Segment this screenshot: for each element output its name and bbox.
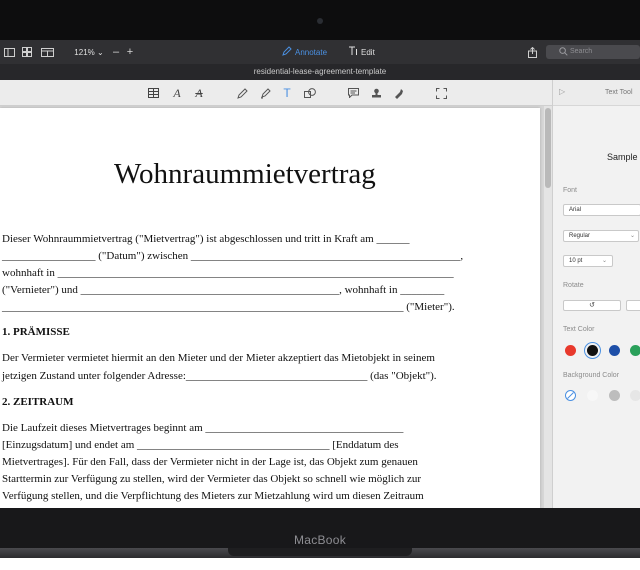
- annotate-mode-button[interactable]: Annotate: [282, 45, 327, 59]
- font-style-value: Regular: [569, 233, 591, 239]
- edit-mode-button[interactable]: Edit: [348, 45, 375, 59]
- text-A-italic-icon[interactable]: A: [192, 86, 206, 100]
- main-toolbar: 121% ⌄ – + Annotate Edit Search: [0, 40, 640, 64]
- section-heading[interactable]: 1. PRÄMISSE: [2, 326, 70, 338]
- text-color-red-swatch[interactable]: [565, 345, 576, 356]
- text-A-icon[interactable]: A: [170, 86, 184, 100]
- zoom-dropdown[interactable]: 121% ⌄: [74, 45, 104, 59]
- edit-label: Edit: [361, 47, 375, 57]
- rotate-label: Rotate: [563, 282, 584, 289]
- document-line[interactable]: Mietvertrages]. Für den Fall, dass der V…: [2, 456, 418, 468]
- device-brand-label: MacBook: [293, 533, 347, 547]
- page-layout-icon[interactable]: [40, 45, 54, 59]
- comment-icon[interactable]: [346, 86, 360, 100]
- zoom-out-button[interactable]: –: [110, 45, 122, 59]
- document-title[interactable]: Wohnraummietvertrag: [114, 158, 376, 191]
- highlighter-icon[interactable]: [258, 86, 272, 100]
- stamp-icon[interactable]: [369, 86, 383, 100]
- text-color-black-swatch[interactable]: [587, 345, 598, 356]
- document-line[interactable]: Die Laufzeit dieses Mietvertrages beginn…: [2, 422, 403, 434]
- sidebar-toggle-icon[interactable]: [3, 45, 15, 59]
- font-family-select[interactable]: Arial: [563, 204, 640, 216]
- document-line[interactable]: ("Vernieter") und ______________________…: [2, 284, 444, 296]
- font-label: Font: [563, 187, 578, 194]
- font-sample-preview: Sample: [607, 152, 638, 162]
- annotate-label: Annotate: [295, 47, 328, 57]
- no-background-swatch[interactable]: [565, 390, 576, 401]
- chevron-down-icon: ⌄: [630, 233, 636, 239]
- text-tool-panel: ▷ Text Tool Sample Font Arial Regular ⌄ …: [552, 80, 640, 508]
- app-window: 121% ⌄ – + Annotate Edit Search resident…: [0, 40, 640, 508]
- panel-title: Text Tool: [605, 89, 633, 96]
- fit-screen-icon[interactable]: [434, 86, 448, 100]
- text-color-green-swatch[interactable]: [630, 345, 640, 356]
- font-style-select[interactable]: Regular ⌄: [563, 230, 639, 242]
- background: [0, 558, 640, 570]
- rotate-left-button[interactable]: ↺: [563, 300, 621, 311]
- search-placeholder: Search: [570, 48, 593, 55]
- table-icon[interactable]: [146, 86, 160, 100]
- signature-pen-icon[interactable]: [391, 86, 405, 100]
- vertical-scrollbar[interactable]: [544, 106, 552, 508]
- edit-text-icon: [348, 46, 358, 58]
- shapes-icon[interactable]: [303, 86, 317, 100]
- text-color-label: Text Color: [563, 326, 595, 333]
- document-line[interactable]: [Einzugsdatum] und endet am ____________…: [2, 439, 399, 451]
- zoom-in-button[interactable]: +: [124, 45, 136, 59]
- scrollbar-thumb[interactable]: [545, 108, 551, 188]
- search-icon: [559, 47, 568, 62]
- document-line[interactable]: ________________________________________…: [2, 301, 455, 313]
- background-color-label: Background Color: [563, 372, 620, 379]
- section-heading[interactable]: 2. ZEITRAUM: [2, 396, 74, 408]
- laptop-bezel: 121% ⌄ – + Annotate Edit Search resident…: [0, 0, 640, 508]
- search-input[interactable]: Search: [546, 45, 640, 59]
- thumbnail-grid-icon[interactable]: [21, 45, 33, 59]
- annotation-toolbar: A A T: [0, 80, 552, 106]
- pencil-icon[interactable]: [235, 86, 249, 100]
- document-title-bar: residential-lease-agreement-template: [0, 64, 640, 80]
- document-line[interactable]: Verfügung stellen, und die Verpflichtung…: [2, 490, 424, 502]
- text-color-blue-swatch[interactable]: [609, 345, 620, 356]
- document-line[interactable]: wohnhaft in ____________________________…: [2, 267, 454, 279]
- document-line[interactable]: _________________ ("Datum") zwischen ___…: [2, 250, 463, 262]
- panel-header: ▷ Text Tool: [553, 80, 640, 106]
- document-line[interactable]: Der Vermieter vermietet hiermit an den M…: [2, 352, 435, 364]
- document-line[interactable]: jetzigen Zustand unter folgender Adresse…: [2, 370, 437, 382]
- document-line[interactable]: Dieser Wohnraummietvertrag ("Mietvertrag…: [2, 233, 409, 245]
- background-white-swatch[interactable]: [587, 390, 598, 401]
- pen-icon: [282, 46, 292, 58]
- font-size-value: 10 pt: [569, 258, 583, 264]
- camera-icon: [317, 18, 323, 24]
- pdf-page[interactable]: Wohnraummietvertrag Dieser Wohnraummietv…: [0, 108, 540, 508]
- laptop-notch: [228, 548, 412, 556]
- background-gray-swatch[interactable]: [609, 390, 620, 401]
- share-icon[interactable]: [526, 45, 538, 59]
- collapse-panel-icon[interactable]: ▷: [559, 87, 565, 96]
- document-line[interactable]: Starttermin zur Verfügung zu stellen, wi…: [2, 473, 421, 485]
- font-size-select[interactable]: 10 pt ⌄: [563, 255, 613, 267]
- background-light-gray-swatch[interactable]: [630, 390, 640, 401]
- document-viewport[interactable]: Wohnraummietvertrag Dieser Wohnraummietv…: [0, 106, 552, 508]
- text-T-icon[interactable]: T: [280, 86, 294, 100]
- rotate-right-button[interactable]: [626, 300, 640, 311]
- chevron-down-icon: ⌄: [602, 258, 608, 264]
- rotate-left-icon: ↺: [589, 302, 595, 309]
